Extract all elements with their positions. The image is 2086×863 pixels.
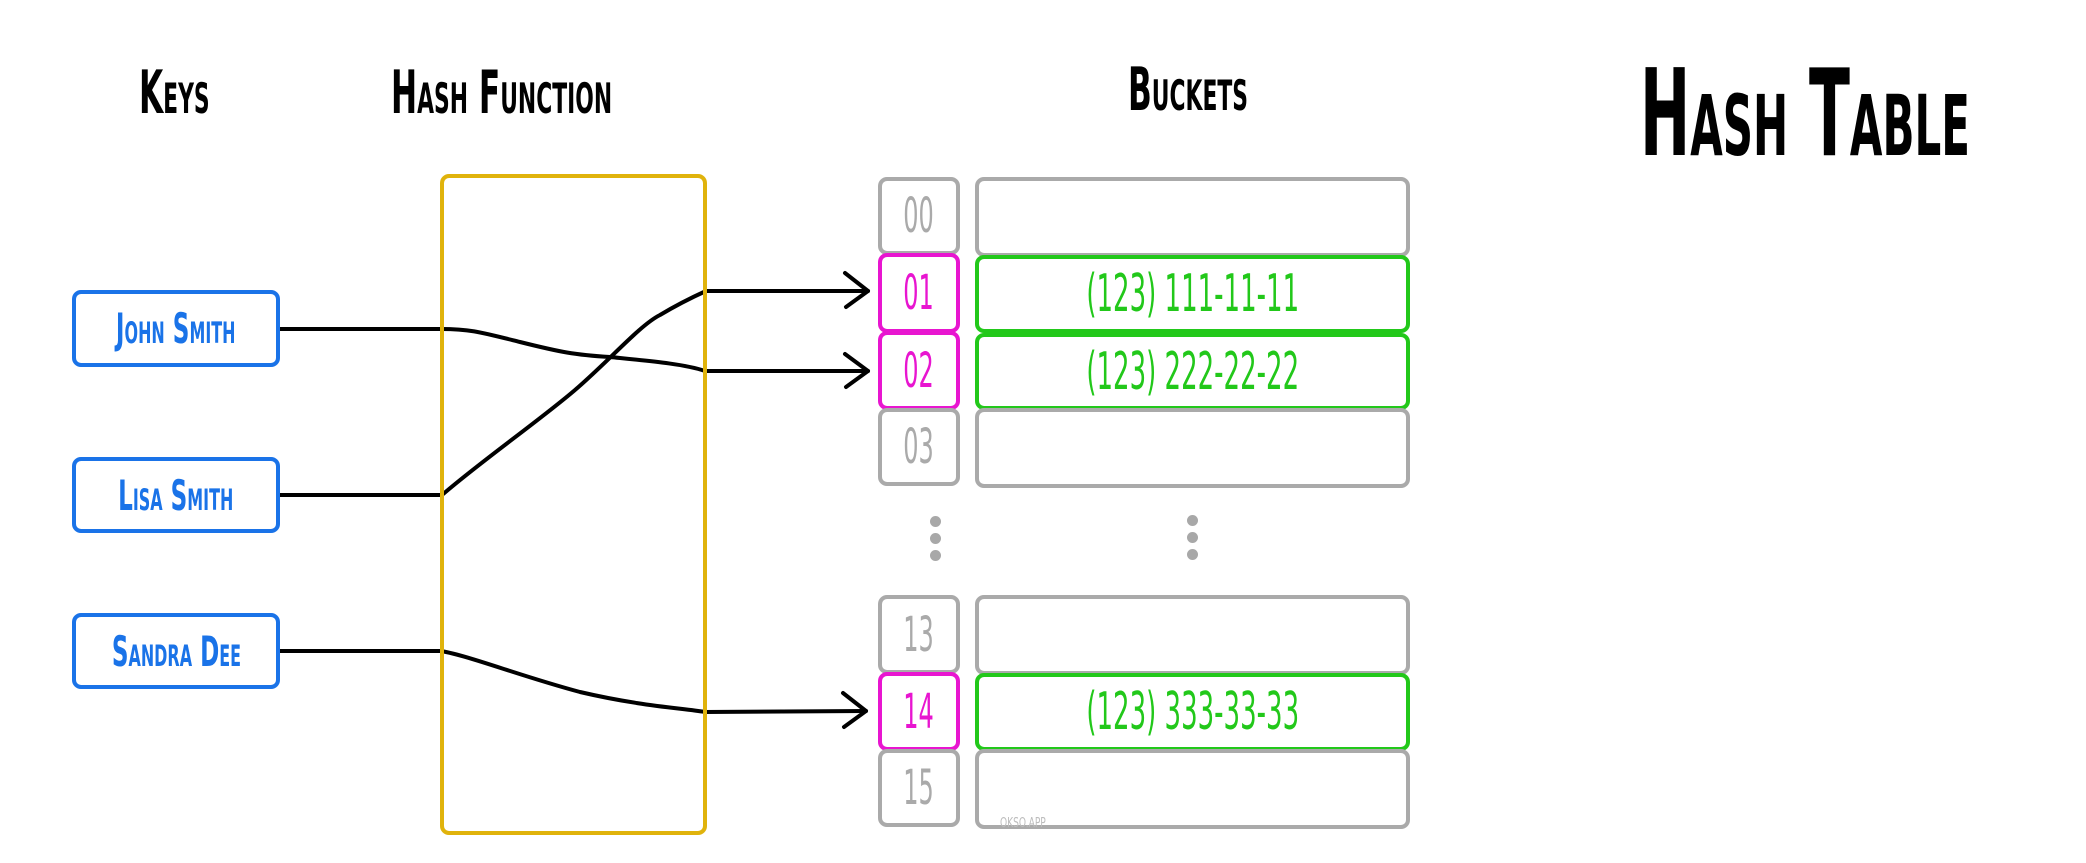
bucket-index-00: 00 — [878, 177, 960, 255]
key-john-smith[interactable]: John Smith — [72, 290, 280, 367]
bucket-value: (123) 111-11-11 — [1086, 264, 1299, 324]
key-label: Sandra Dee — [111, 626, 241, 676]
bucket-index-label: 14 — [903, 683, 935, 740]
bucket-index-label: 15 — [903, 760, 935, 816]
bucket-index-label: 01 — [903, 265, 935, 321]
key-lisa-smith[interactable]: Lisa Smith — [72, 457, 280, 533]
bucket-13 — [975, 595, 1410, 675]
bucket-index-label: 03 — [903, 419, 935, 475]
bucket-index-03: 03 — [878, 408, 960, 486]
bucket-index-label: 13 — [903, 606, 935, 663]
key-sandra-dee[interactable]: Sandra Dee — [72, 613, 280, 689]
hash-function-box — [440, 174, 707, 835]
key-label: John Smith — [116, 304, 236, 353]
bucket-00 — [975, 177, 1410, 257]
key-label: Lisa Smith — [118, 470, 234, 520]
index-vertical-ellipsis-icon — [930, 516, 941, 561]
bucket-index-02: 02 — [878, 331, 960, 410]
bucket-index-14: 14 — [878, 672, 960, 751]
watermark: OKSO.APP — [1000, 816, 1046, 831]
bucket-index-01: 01 — [878, 253, 960, 333]
bucket-value: (123) 333-33-33 — [1086, 682, 1299, 742]
bucket-index-15: 15 — [878, 749, 960, 827]
bucket-index-label: 02 — [903, 342, 935, 399]
bucket-index-label: 00 — [903, 188, 935, 244]
bucket-01: (123) 111-11-11 — [975, 255, 1410, 333]
bucket-03 — [975, 408, 1410, 488]
bucket-vertical-ellipsis-icon — [1187, 515, 1198, 560]
bucket-02: (123) 222-22-22 — [975, 333, 1410, 410]
bucket-index-13: 13 — [878, 595, 960, 674]
bucket-value: (123) 222-22-22 — [1086, 341, 1299, 402]
bucket-14: (123) 333-33-33 — [975, 673, 1410, 751]
